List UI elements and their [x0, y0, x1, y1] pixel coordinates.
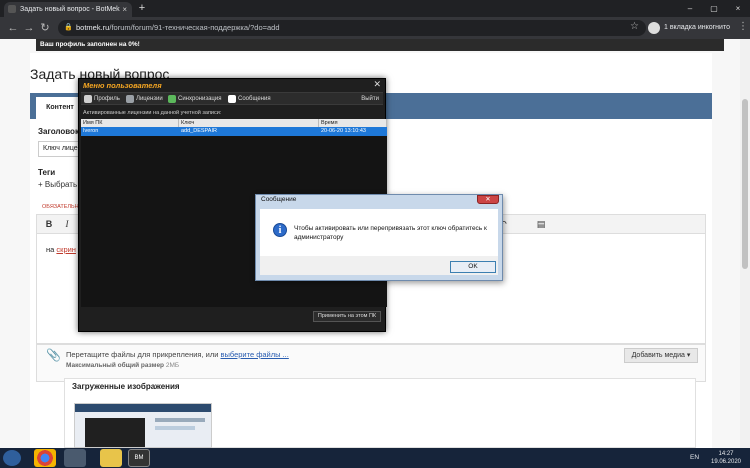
favicon-icon: [8, 5, 16, 13]
menu-sync[interactable]: Синхронизация: [167, 93, 221, 105]
user-menu-close-icon[interactable]: ✕: [373, 79, 381, 90]
url-path: /forum/forum/91-техническая-поддержка/?d…: [109, 23, 280, 32]
profile-notice[interactable]: Ваш профиль заполнен на 0%!: [36, 39, 724, 51]
message-box-close-button[interactable]: ✕: [477, 195, 499, 204]
windows-taskbar: BM EN 14:27 19.06.2020: [0, 448, 750, 468]
browser-tabbar: Задать новый вопрос - BotMek × + – ▢ ×: [0, 0, 750, 17]
table-row[interactable]: Iveron add_DESPAIR 20-06-20 13:10:43: [81, 127, 387, 136]
row-time: 20-06-20 13:10:43: [321, 128, 366, 134]
licenses-section-label: Активированные лицензии на данной учетно…: [83, 110, 222, 116]
column-key[interactable]: Ключ: [179, 119, 319, 127]
incognito-icon: [648, 22, 660, 34]
profile-icon: [84, 95, 92, 103]
menu-sync-label: Синхронизация: [178, 96, 222, 102]
bold-button[interactable]: B: [43, 218, 55, 230]
tab-close-icon[interactable]: ×: [122, 2, 127, 17]
add-media-button[interactable]: Добавить медиа ▾: [624, 348, 698, 363]
tags-add-button[interactable]: + Выбрать: [38, 180, 77, 189]
message-text: Чтобы активировать или перепривязать это…: [294, 225, 487, 241]
forward-icon[interactable]: →: [22, 21, 36, 35]
attach-instructions: Перетащите файлы для прикрепления, или: [66, 350, 221, 359]
lock-icon: 🔒: [64, 24, 73, 31]
user-menu-bar: Профиль Лицензии Синхронизация Сообщения…: [81, 92, 383, 105]
menu-profile[interactable]: Профиль: [83, 93, 120, 105]
tab-content[interactable]: Контент: [36, 97, 84, 119]
apply-on-this-pc-button[interactable]: Применить на этом ПК: [313, 311, 381, 322]
message-box-title: Сообщение: [261, 196, 297, 203]
row-key: add_DESPAIR: [181, 128, 217, 134]
row-pc-name: Iveron: [83, 128, 99, 134]
language-indicator[interactable]: EN: [690, 448, 699, 468]
preview-icon[interactable]: ▤: [535, 218, 547, 230]
close-window-button[interactable]: ×: [726, 0, 750, 17]
title-label: Заголовок: [38, 127, 79, 136]
minimize-button[interactable]: –: [678, 0, 702, 17]
attach-max-label: Максимальный общий размер: [66, 362, 166, 369]
reload-icon[interactable]: ↻: [38, 21, 52, 35]
exit-button[interactable]: Выйти: [361, 93, 379, 105]
tab-title: Задать новый вопрос - BotMek: [20, 6, 120, 13]
incognito-indicator[interactable]: 1 вкладка инкогнито: [648, 21, 740, 35]
screen: Задать новый вопрос - BotMek × + – ▢ × ←…: [0, 0, 750, 468]
menu-profile-label: Профиль: [94, 96, 120, 102]
browser-toolbar: ← → ↻ 🔒 botmek.ru/forum/forum/91-техниче…: [0, 17, 750, 39]
clock-time: 14:27: [718, 451, 734, 457]
maximize-button[interactable]: ▢: [702, 0, 726, 17]
italic-button[interactable]: I: [61, 218, 73, 230]
browser-tab[interactable]: Задать новый вопрос - BotMek ×: [4, 2, 132, 17]
browser-menu-icon[interactable]: ⋮: [738, 21, 748, 32]
chrome-taskbar-icon[interactable]: [34, 449, 56, 467]
start-button-icon[interactable]: [3, 450, 21, 466]
ok-button[interactable]: OK: [450, 261, 496, 273]
menu-licenses[interactable]: Лицензии: [125, 93, 163, 105]
botmek-taskbar-icon[interactable]: BM: [128, 449, 150, 467]
incognito-label: 1 вкладка инкогнито: [664, 24, 730, 31]
clock-date: 19.06.2020: [710, 459, 742, 465]
menu-messages[interactable]: Сообщения: [227, 93, 271, 105]
bookmark-star-icon[interactable]: ☆: [630, 21, 639, 32]
address-bar[interactable]: 🔒 botmek.ru/forum/forum/91-техническая-п…: [58, 20, 646, 36]
uploaded-image-thumbnail[interactable]: [74, 403, 212, 448]
tags-label: Теги: [38, 168, 56, 177]
envelope-icon: [228, 95, 236, 103]
editor-prefix: на: [46, 245, 57, 254]
attach-text: Перетащите файлы для прикрепления, или в…: [66, 350, 289, 359]
editor-text: на скрин: [46, 245, 76, 254]
url-host: botmek.ru: [76, 23, 110, 32]
attach-max-size: Максимальный общий размер 2МБ: [66, 362, 179, 369]
folder-taskbar-icon[interactable]: [100, 449, 122, 467]
back-icon[interactable]: ←: [6, 21, 20, 35]
editor-underlined-word: скрин: [56, 245, 76, 254]
paperclip-icon: 📎: [46, 348, 61, 362]
new-tab-button[interactable]: +: [136, 3, 148, 15]
required-note: ОБЯЗАТЕЛЬНО: [42, 204, 83, 210]
menu-licenses-label: Лицензии: [136, 96, 163, 102]
page-scrollbar[interactable]: [740, 39, 750, 448]
column-pc-name[interactable]: Имя ПК: [81, 119, 179, 127]
choose-files-link[interactable]: выберите файлы ...: [220, 350, 288, 359]
taskbar-clock[interactable]: 14:27 19.06.2020: [706, 450, 746, 466]
key-icon: [126, 95, 134, 103]
user-menu-title: Меню пользователя: [83, 81, 162, 90]
menu-messages-label: Сообщения: [238, 96, 271, 102]
scrollbar-thumb[interactable]: [742, 99, 748, 269]
sync-icon: [168, 95, 176, 103]
info-icon: i: [273, 223, 287, 237]
licenses-table-header: Имя ПК Ключ Время: [81, 119, 387, 127]
uploaded-images-title: Загруженные изображения: [72, 382, 180, 391]
app-taskbar-icon[interactable]: [64, 449, 86, 467]
attach-max-value: 2МБ: [165, 362, 180, 369]
column-time[interactable]: Время: [319, 119, 387, 127]
